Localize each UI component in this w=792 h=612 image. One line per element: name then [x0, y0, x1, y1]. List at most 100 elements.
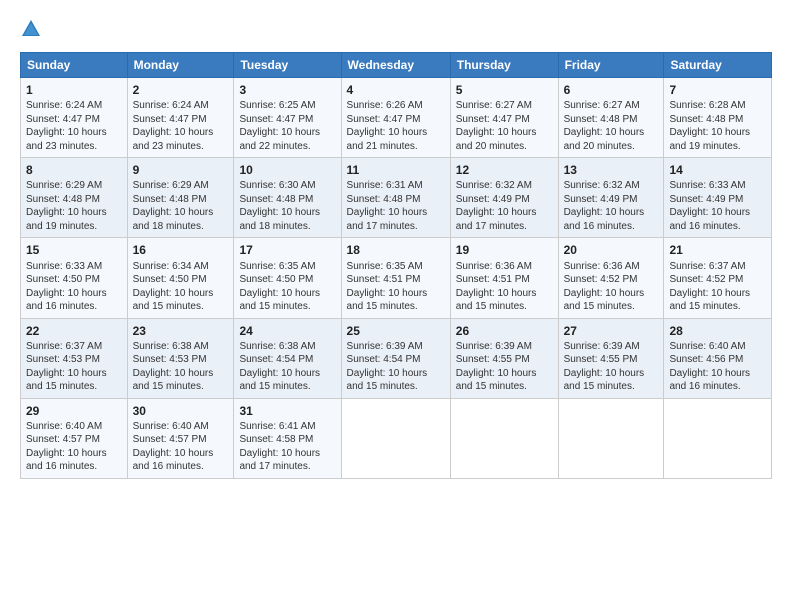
cell-info: Sunrise: 6:32 AM: [564, 179, 659, 193]
calendar-cell: [664, 398, 772, 478]
cell-info: Daylight: 10 hours and 15 minutes.: [239, 367, 335, 394]
cell-info: Sunset: 4:57 PM: [26, 433, 122, 447]
page: SundayMondayTuesdayWednesdayThursdayFrid…: [0, 0, 792, 612]
calendar-cell: 26Sunrise: 6:39 AMSunset: 4:55 PMDayligh…: [450, 318, 558, 398]
day-header-tuesday: Tuesday: [234, 53, 341, 78]
day-header-friday: Friday: [558, 53, 664, 78]
cell-info: Daylight: 10 hours and 18 minutes.: [239, 206, 335, 233]
cell-info: Sunrise: 6:37 AM: [669, 260, 766, 274]
cell-info: Sunrise: 6:38 AM: [239, 340, 335, 354]
cell-info: Sunrise: 6:38 AM: [133, 340, 229, 354]
cell-info: Sunrise: 6:37 AM: [26, 340, 122, 354]
cell-info: Sunrise: 6:33 AM: [669, 179, 766, 193]
day-number: 4: [347, 82, 445, 98]
cell-info: Sunrise: 6:40 AM: [26, 420, 122, 434]
cell-info: Sunrise: 6:34 AM: [133, 260, 229, 274]
cell-info: Daylight: 10 hours and 16 minutes.: [26, 287, 122, 314]
calendar-cell: 25Sunrise: 6:39 AMSunset: 4:54 PMDayligh…: [341, 318, 450, 398]
calendar-week-row: 29Sunrise: 6:40 AMSunset: 4:57 PMDayligh…: [21, 398, 772, 478]
calendar-cell: 10Sunrise: 6:30 AMSunset: 4:48 PMDayligh…: [234, 158, 341, 238]
calendar-table: SundayMondayTuesdayWednesdayThursdayFrid…: [20, 52, 772, 479]
cell-info: Daylight: 10 hours and 16 minutes.: [564, 206, 659, 233]
day-number: 16: [133, 242, 229, 258]
calendar-cell: 2Sunrise: 6:24 AMSunset: 4:47 PMDaylight…: [127, 78, 234, 158]
calendar-cell: 17Sunrise: 6:35 AMSunset: 4:50 PMDayligh…: [234, 238, 341, 318]
cell-info: Daylight: 10 hours and 19 minutes.: [26, 206, 122, 233]
cell-info: Sunset: 4:48 PM: [564, 113, 659, 127]
calendar-cell: 1Sunrise: 6:24 AMSunset: 4:47 PMDaylight…: [21, 78, 128, 158]
cell-info: Sunrise: 6:35 AM: [239, 260, 335, 274]
day-number: 17: [239, 242, 335, 258]
cell-info: Daylight: 10 hours and 22 minutes.: [239, 126, 335, 153]
day-number: 28: [669, 323, 766, 339]
day-number: 9: [133, 162, 229, 178]
day-number: 2: [133, 82, 229, 98]
cell-info: Sunset: 4:52 PM: [564, 273, 659, 287]
day-number: 3: [239, 82, 335, 98]
cell-info: Daylight: 10 hours and 17 minutes.: [456, 206, 553, 233]
cell-info: Daylight: 10 hours and 16 minutes.: [26, 447, 122, 474]
cell-info: Daylight: 10 hours and 15 minutes.: [133, 367, 229, 394]
cell-info: Sunset: 4:53 PM: [133, 353, 229, 367]
calendar-cell: 15 Sunrise: 6:33 AMSunset: 4:50 PMDayligh…: [21, 238, 128, 318]
calendar-cell: 6Sunrise: 6:27 AMSunset: 4:48 PMDaylight…: [558, 78, 664, 158]
cell-info: Daylight: 10 hours and 15 minutes.: [456, 367, 553, 394]
cell-info: Daylight: 10 hours and 15 minutes.: [133, 287, 229, 314]
cell-info: Sunrise: 6:24 AM: [26, 99, 122, 113]
logo-icon: [20, 18, 42, 40]
logo: [20, 16, 46, 40]
cell-info: Sunset: 4:48 PM: [347, 193, 445, 207]
calendar-cell: [450, 398, 558, 478]
calendar-cell: 31Sunrise: 6:41 AMSunset: 4:58 PMDayligh…: [234, 398, 341, 478]
cell-info: Daylight: 10 hours and 20 minutes.: [456, 126, 553, 153]
calendar-cell: 7Sunrise: 6:28 AMSunset: 4:48 PMDaylight…: [664, 78, 772, 158]
cell-info: Daylight: 10 hours and 15 minutes.: [26, 367, 122, 394]
cell-info: Sunrise: 6:40 AM: [133, 420, 229, 434]
calendar-week-row: 15Sunrise: 6:33 AMSunset: 4:50 PMDayligh…: [21, 238, 772, 318]
day-number: 25: [347, 323, 445, 339]
day-number: 1: [26, 82, 122, 98]
cell-info: Sunset: 4:49 PM: [456, 193, 553, 207]
cell-info: Daylight: 10 hours and 20 minutes.: [564, 126, 659, 153]
cell-info: Sunset: 4:47 PM: [347, 113, 445, 127]
calendar-cell: 5Sunrise: 6:27 AMSunset: 4:47 PMDaylight…: [450, 78, 558, 158]
day-number: 11: [347, 162, 445, 178]
cell-info: Daylight: 10 hours and 16 minutes.: [669, 367, 766, 394]
calendar-week-row: 22Sunrise: 6:37 AMSunset: 4:53 PMDayligh…: [21, 318, 772, 398]
day-header-wednesday: Wednesday: [341, 53, 450, 78]
cell-info: Sunrise: 6:26 AM: [347, 99, 445, 113]
cell-info: Sunset: 4:50 PM: [26, 273, 122, 287]
calendar-cell: 3Sunrise: 6:25 AMSunset: 4:47 PMDaylight…: [234, 78, 341, 158]
cell-info: Sunrise: 6:24 AM: [133, 99, 229, 113]
day-number: 30: [133, 403, 229, 419]
cell-info: Sunset: 4:49 PM: [669, 193, 766, 207]
day-number: 21: [669, 242, 766, 258]
day-number: 20: [564, 242, 659, 258]
cell-info: Sunrise: 6:39 AM: [456, 340, 553, 354]
cell-info: Sunrise: 6:28 AM: [669, 99, 766, 113]
cell-info: Sunset: 4:47 PM: [456, 113, 553, 127]
cell-info: Sunset: 4:49 PM: [564, 193, 659, 207]
calendar-cell: 11Sunrise: 6:31 AMSunset: 4:48 PMDayligh…: [341, 158, 450, 238]
cell-info: Sunset: 4:57 PM: [133, 433, 229, 447]
header: [20, 16, 772, 40]
calendar-cell: 14Sunrise: 6:33 AMSunset: 4:49 PMDayligh…: [664, 158, 772, 238]
day-number: 10: [239, 162, 335, 178]
cell-info: Sunset: 4:48 PM: [239, 193, 335, 207]
cell-info: Daylight: 10 hours and 15 minutes.: [347, 367, 445, 394]
calendar-cell: 18Sunrise: 6:35 AMSunset: 4:51 PMDayligh…: [341, 238, 450, 318]
day-number: 19: [456, 242, 553, 258]
cell-info: Sunset: 4:48 PM: [133, 193, 229, 207]
cell-info: Sunrise: 6:36 AM: [456, 260, 553, 274]
cell-info: Sunset: 4:56 PM: [669, 353, 766, 367]
day-number: 27: [564, 323, 659, 339]
day-number: 24: [239, 323, 335, 339]
day-number: 8: [26, 162, 122, 178]
calendar-cell: 4Sunrise: 6:26 AMSunset: 4:47 PMDaylight…: [341, 78, 450, 158]
day-number: 15: [26, 242, 122, 258]
calendar-week-row: 1Sunrise: 6:24 AMSunset: 4:47 PMDaylight…: [21, 78, 772, 158]
cell-info: Daylight: 10 hours and 19 minutes.: [669, 126, 766, 153]
calendar-cell: 19Sunrise: 6:36 AMSunset: 4:51 PMDayligh…: [450, 238, 558, 318]
cell-info: Sunrise: 6:40 AM: [669, 340, 766, 354]
cell-info: Sunrise: 6:33 AM: [26, 260, 122, 274]
